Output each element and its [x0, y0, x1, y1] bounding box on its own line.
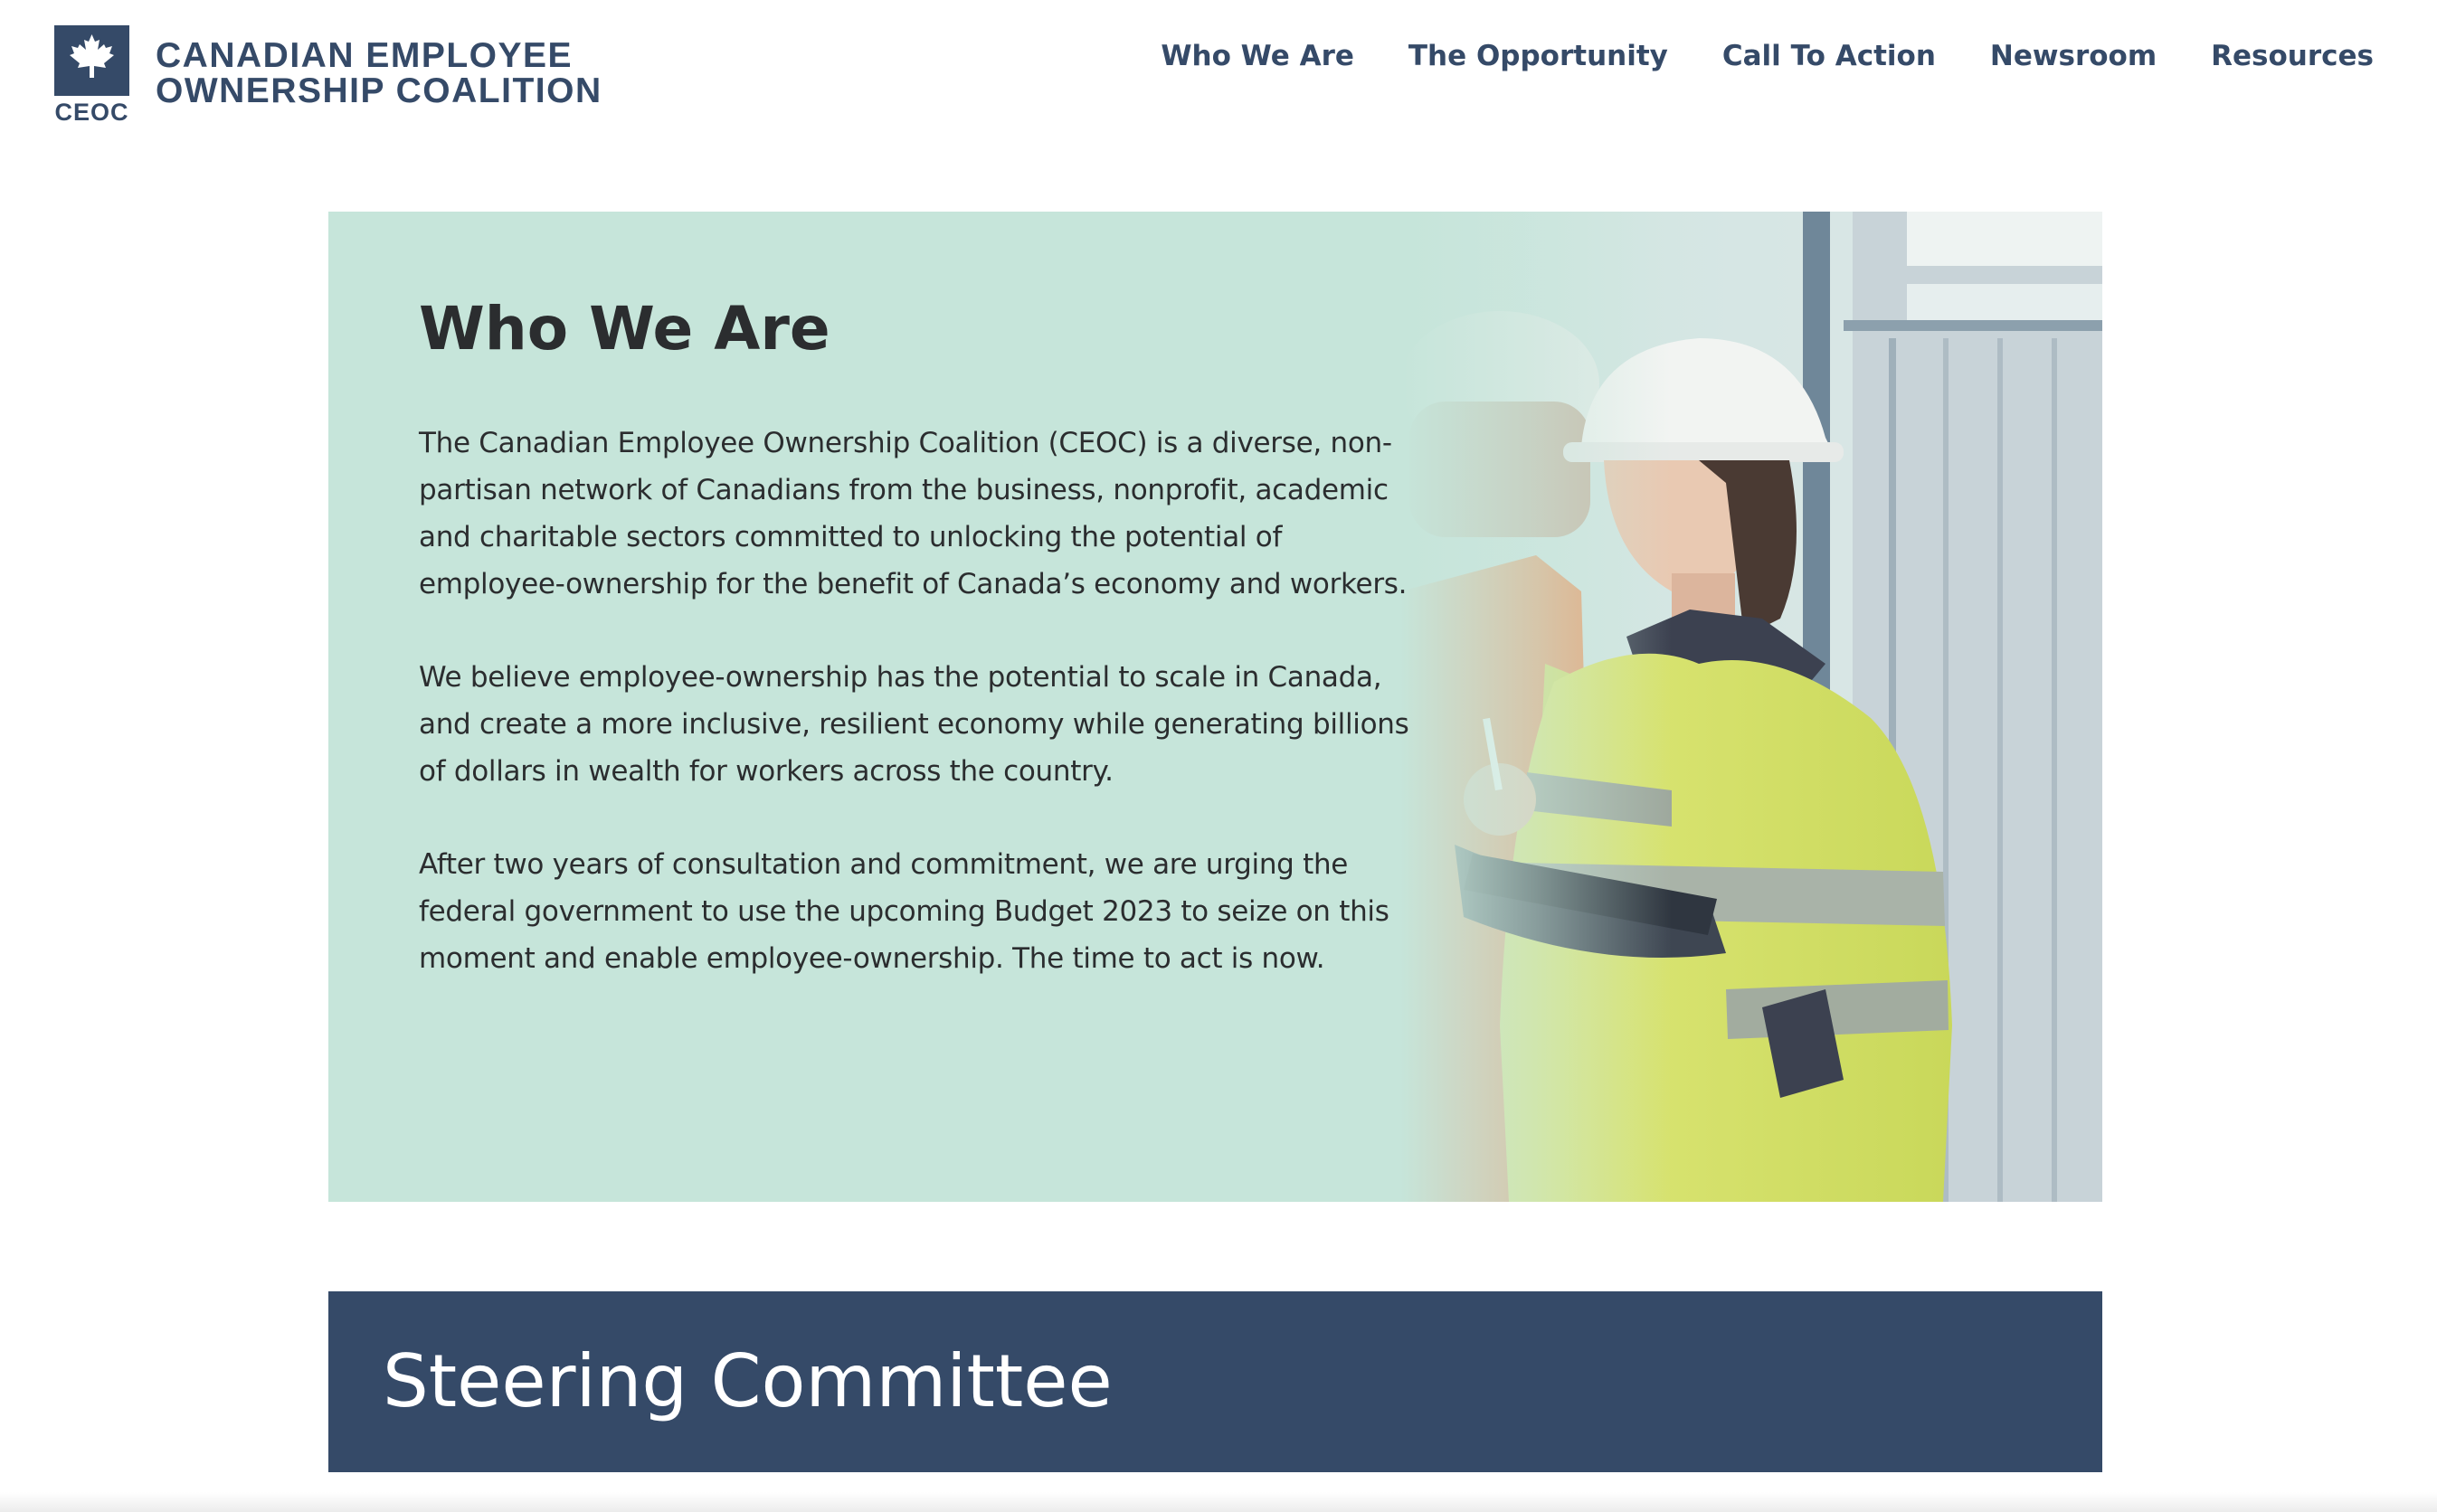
nav-the-opportunity[interactable]: The Opportunity — [1408, 36, 1668, 76]
nav-call-to-action[interactable]: Call To Action — [1722, 36, 1936, 76]
logo-abbreviation: CEOC — [54, 99, 129, 126]
hero-photo-fade — [1400, 212, 1672, 1202]
page-title: Who We Are — [419, 294, 830, 364]
main-nav: Who We Are The Opportunity Call To Actio… — [1161, 36, 2374, 76]
hero-text: Who We Are The Canadian Employee Ownersh… — [419, 293, 1414, 1028]
logo-name-line1: CANADIAN EMPLOYEE — [156, 36, 574, 75]
logo-name-line2: OWNERSHIP COALITION — [156, 71, 602, 110]
intro-paragraph-3: After two years of consultation and comm… — [419, 848, 1389, 975]
steering-committee-section: Steering Committee — [328, 1291, 2102, 1472]
steering-committee-heading: Steering Committee — [383, 1339, 1113, 1423]
site-header: CEOC CANADIAN EMPLOYEE OWNERSHIP COALITI… — [0, 0, 2437, 136]
who-we-are-section: Who We Are The Canadian Employee Ownersh… — [328, 212, 2102, 1202]
logo-wordmark: CANADIAN EMPLOYEE OWNERSHIP COALITION — [156, 38, 698, 109]
page-bottom-edge — [0, 1492, 2437, 1512]
intro-paragraph-1: The Canadian Employee Ownership Coalitio… — [419, 427, 1408, 600]
intro-paragraph-2: We believe employee-ownership has the po… — [419, 661, 1409, 788]
nav-newsroom[interactable]: Newsroom — [1990, 36, 2157, 76]
nav-who-we-are[interactable]: Who We Are — [1161, 36, 1354, 76]
maple-leaf-icon — [54, 25, 129, 96]
nav-resources[interactable]: Resources — [2211, 36, 2374, 76]
